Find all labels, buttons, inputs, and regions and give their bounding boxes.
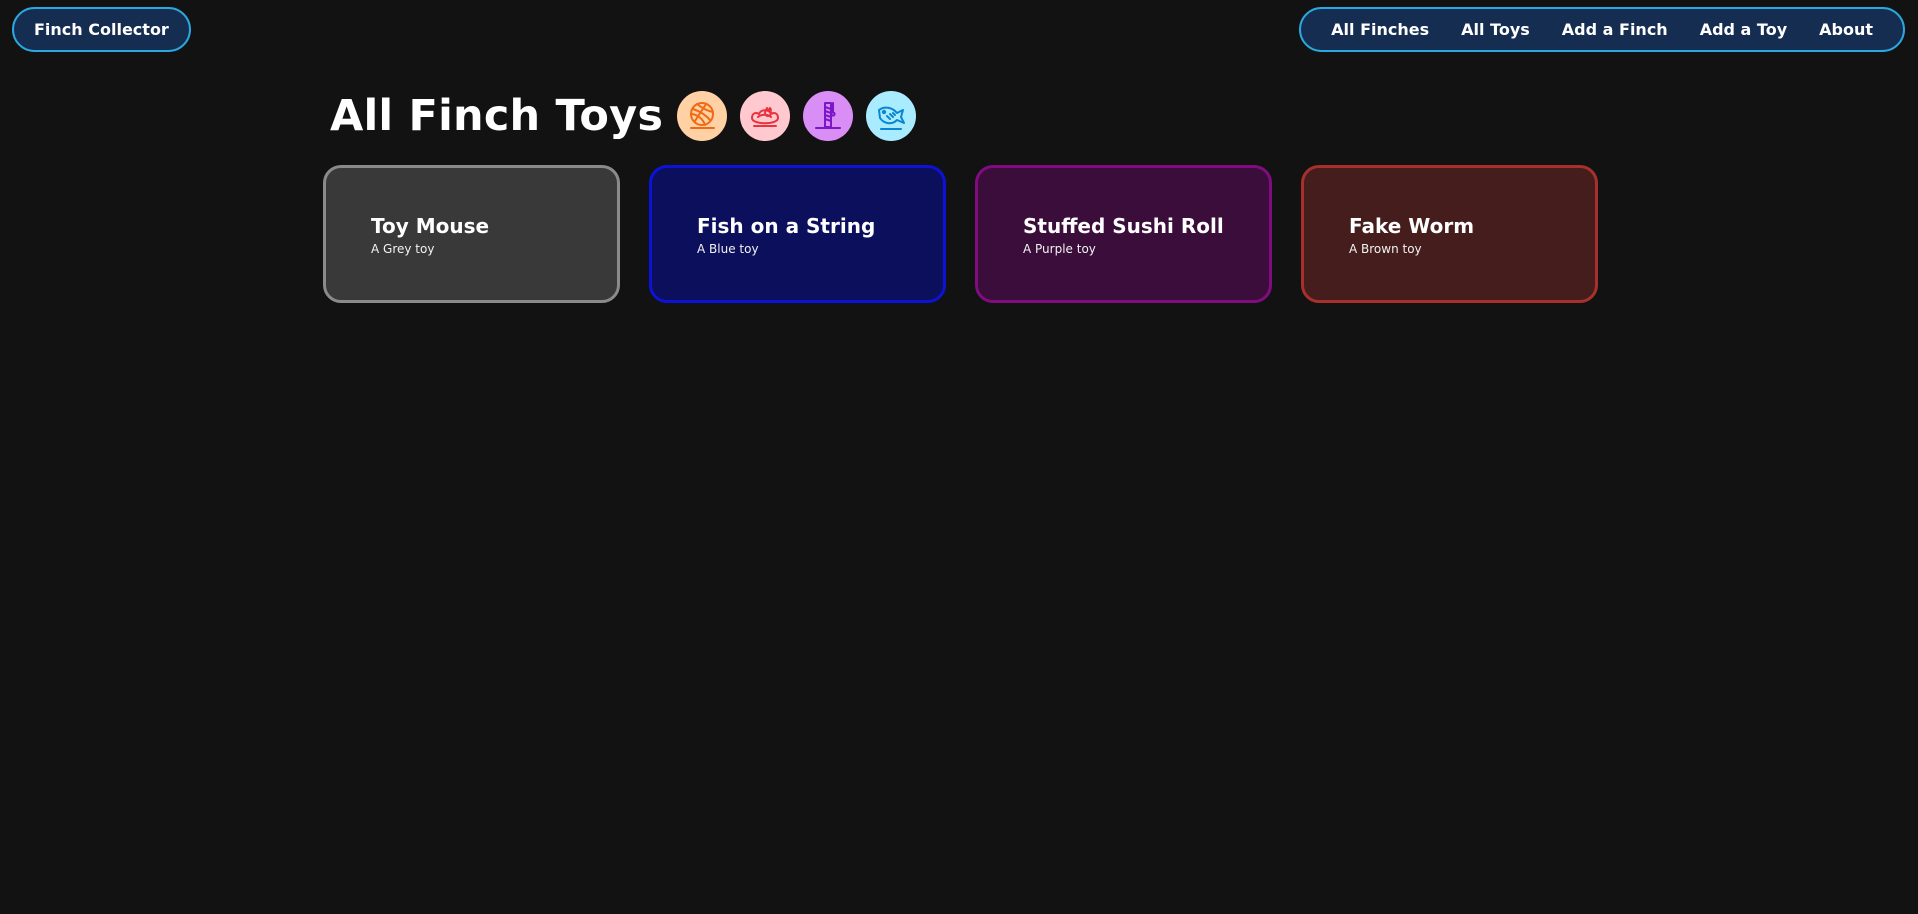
nav-about[interactable]: About	[1803, 20, 1889, 39]
fish-toy-icon	[866, 91, 917, 141]
toy-description: A Grey toy	[371, 242, 435, 256]
nav-all-toys[interactable]: All Toys	[1445, 20, 1546, 39]
page-title: All Finch Toys	[330, 91, 664, 141]
toy-name: Fish on a String	[697, 214, 876, 238]
toy-card-fish-on-a-string[interactable]: Fish on a String A Blue toy	[649, 165, 946, 303]
toy-name: Fake Worm	[1349, 214, 1475, 238]
title-icons	[677, 91, 917, 141]
brand-home-link[interactable]: Finch Collector	[12, 7, 191, 52]
toy-name: Toy Mouse	[371, 214, 490, 238]
toy-description: A Purple toy	[1023, 242, 1096, 256]
toy-description: A Blue toy	[697, 242, 759, 256]
cat-bed-icon	[740, 91, 791, 141]
toy-card-toy-mouse[interactable]: Toy Mouse A Grey toy	[323, 165, 620, 303]
main-nav: All Finches All Toys Add a Finch Add a T…	[1299, 7, 1905, 52]
toy-list: Toy Mouse A Grey toy Fish on a String A …	[323, 165, 1598, 303]
toy-card-stuffed-sushi-roll[interactable]: Stuffed Sushi Roll A Purple toy	[975, 165, 1272, 303]
nav-all-finches[interactable]: All Finches	[1315, 20, 1445, 39]
nav-add-finch[interactable]: Add a Finch	[1546, 20, 1684, 39]
toy-name: Stuffed Sushi Roll	[1023, 214, 1224, 238]
nav-add-toy[interactable]: Add a Toy	[1684, 20, 1803, 39]
yarn-ball-icon	[677, 91, 728, 141]
toy-card-fake-worm[interactable]: Fake Worm A Brown toy	[1301, 165, 1598, 303]
toy-description: A Brown toy	[1349, 242, 1422, 256]
scratching-post-icon	[803, 91, 854, 141]
page-title-row: All Finch Toys	[330, 86, 917, 146]
